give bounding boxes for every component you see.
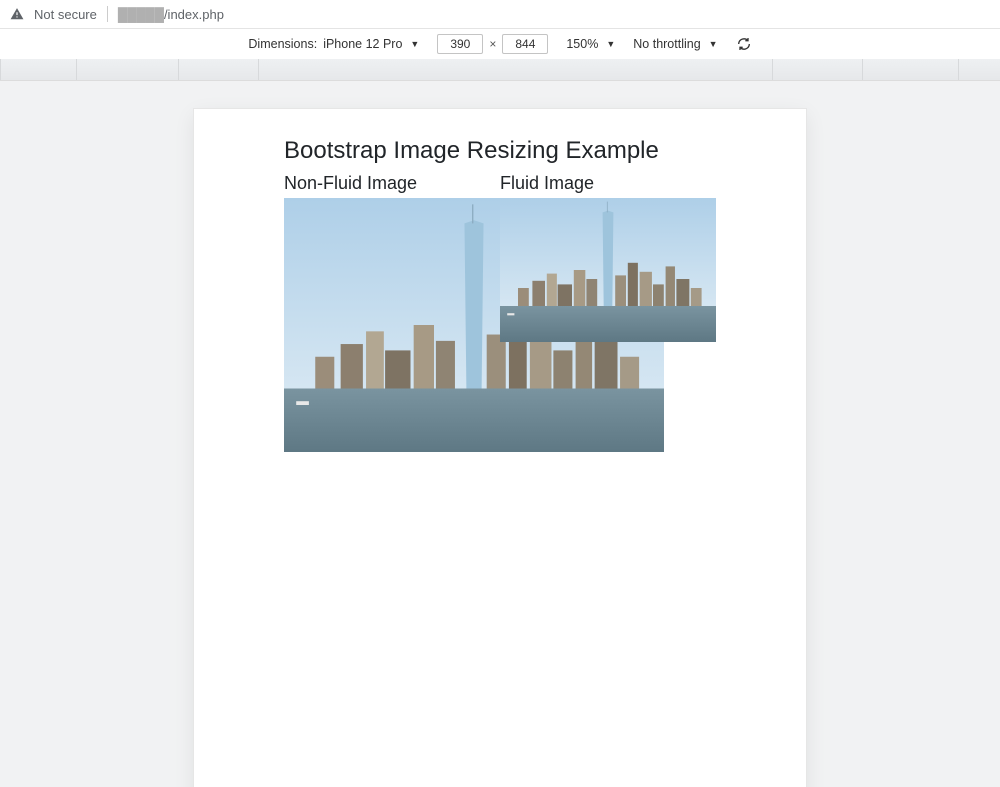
device-toolbar: Dimensions: iPhone 12 Pro ▼ × 150% ▼ No … [0, 29, 1000, 59]
ruler [0, 59, 1000, 81]
width-input[interactable] [437, 34, 483, 54]
throttling-value: No throttling [633, 37, 700, 51]
non-fluid-heading: Non-Fluid Image [284, 173, 500, 194]
caret-down-icon: ▼ [606, 39, 615, 49]
security-status-text: Not secure [34, 7, 97, 22]
dimension-separator: × [489, 37, 496, 51]
emulated-device-frame: Bootstrap Image Resizing Example Non-Flu… [194, 109, 806, 787]
zoom-value: 150% [566, 37, 598, 51]
dimensions-device-dropdown[interactable]: Dimensions: iPhone 12 Pro ▼ [248, 37, 419, 51]
zoom-dropdown[interactable]: 150% ▼ [566, 37, 615, 51]
throttling-dropdown[interactable]: No throttling ▼ [633, 37, 717, 51]
address-bar: Not secure █████/index.php [0, 0, 1000, 28]
fluid-heading: Fluid Image [500, 173, 716, 194]
not-secure-warning-icon [10, 7, 24, 21]
image-row: Non-Fluid Image [284, 173, 716, 452]
fluid-image-wrap [500, 198, 716, 342]
height-input[interactable] [502, 34, 548, 54]
page-content: Bootstrap Image Resizing Example Non-Flu… [194, 137, 806, 452]
non-fluid-column: Non-Fluid Image [284, 173, 500, 452]
dimensions-size-group: × [437, 34, 548, 54]
page-title: Bootstrap Image Resizing Example [284, 137, 716, 165]
url-display[interactable]: █████/index.php [118, 7, 224, 22]
rotate-device-icon[interactable] [736, 36, 752, 52]
address-bar-separator [107, 6, 108, 22]
caret-down-icon: ▼ [709, 39, 718, 49]
caret-down-icon: ▼ [410, 39, 419, 49]
url-host-redacted: █████ [118, 7, 164, 22]
non-fluid-image-wrap [284, 198, 500, 452]
city-skyline-image [500, 198, 716, 342]
emulator-viewport-area: Bootstrap Image Resizing Example Non-Flu… [0, 81, 1000, 787]
dimensions-label: Dimensions: [248, 37, 317, 51]
url-path: /index.php [164, 7, 224, 22]
device-name: iPhone 12 Pro [323, 37, 402, 51]
